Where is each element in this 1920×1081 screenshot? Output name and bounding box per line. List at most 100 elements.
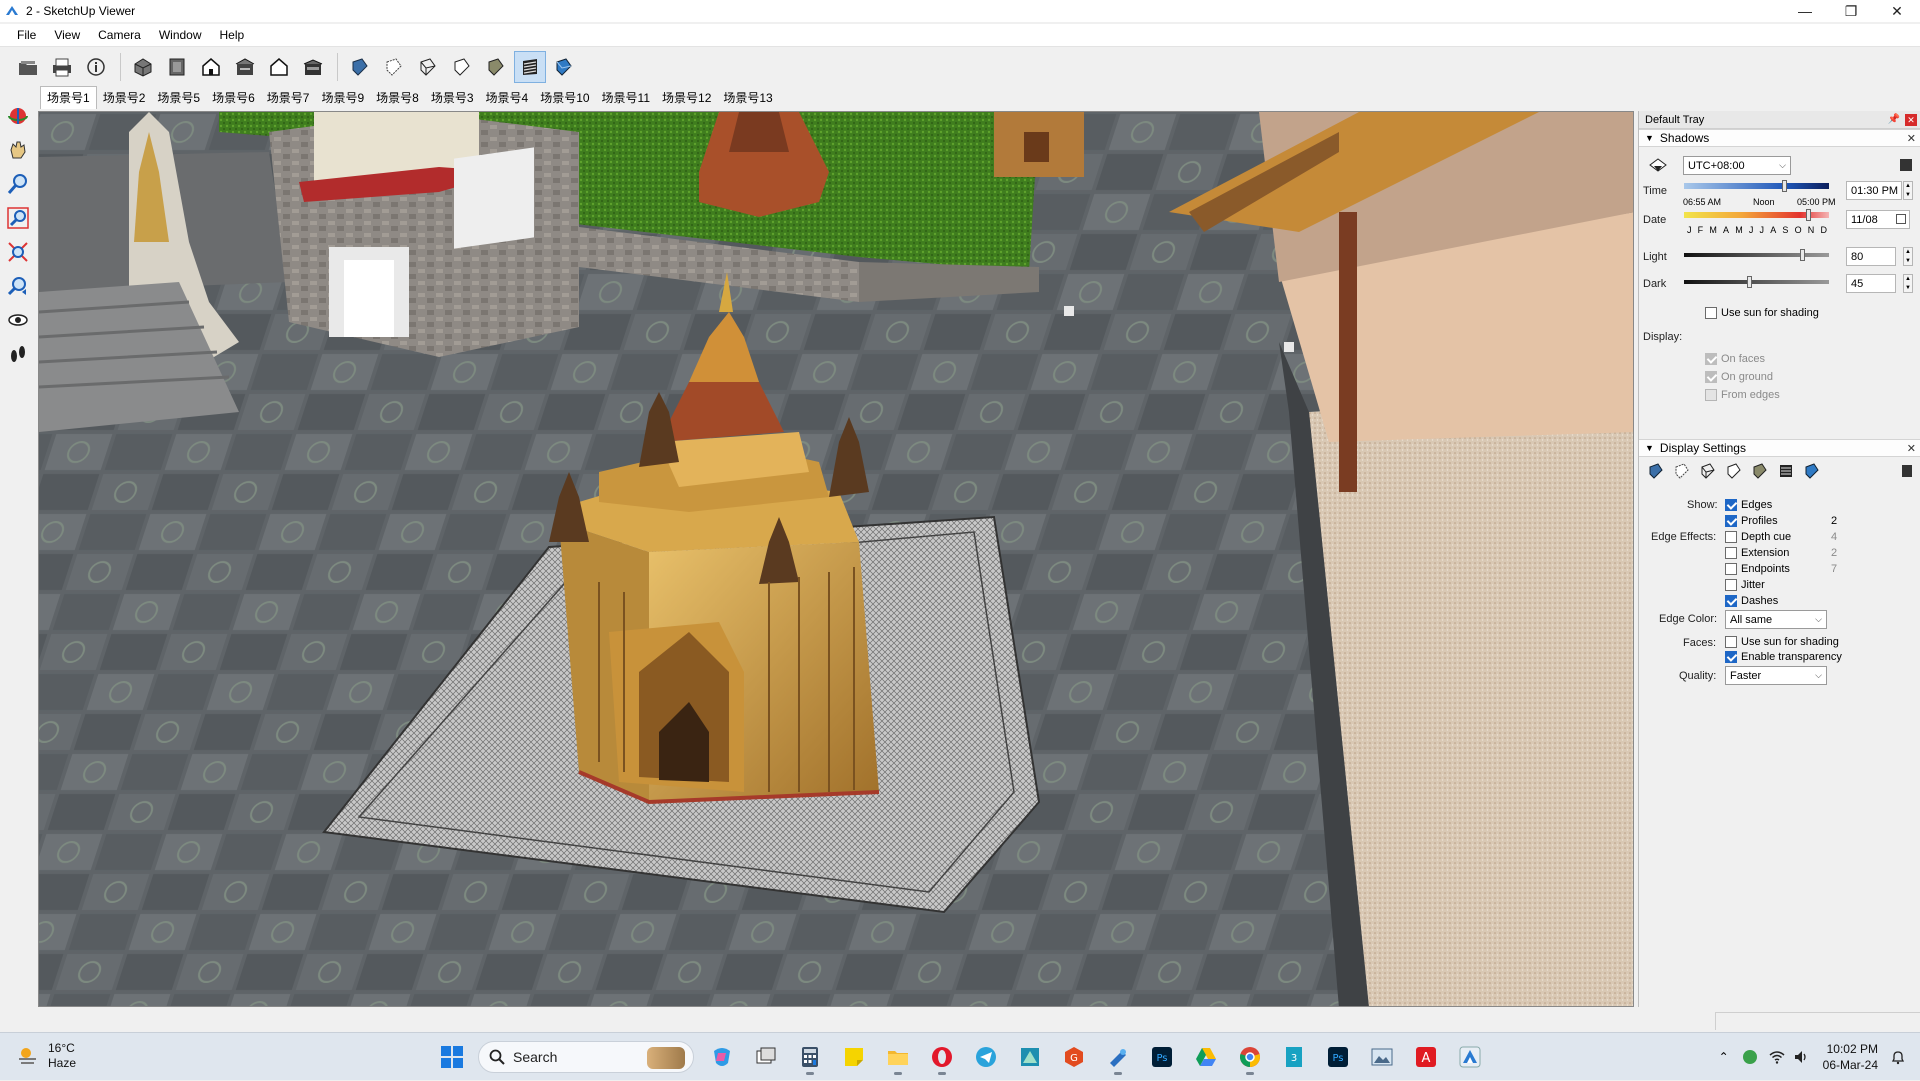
on-faces-checkbox[interactable] — [1705, 353, 1717, 365]
date-input[interactable]: 11/08 — [1846, 210, 1910, 229]
3d-viewport[interactable] — [38, 111, 1634, 1007]
tab-scene-4[interactable]: 场景号4 — [480, 89, 535, 109]
endpoints-value[interactable]: 7 — [1831, 563, 1837, 575]
tab-scene-13[interactable]: 场景号13 — [717, 89, 778, 109]
tab-scene-1[interactable]: 场景号1 — [40, 86, 97, 109]
dashes-checkbox[interactable] — [1725, 595, 1737, 607]
tab-scene-10[interactable]: 场景号10 — [534, 89, 595, 109]
shadow-toggle-icon[interactable] — [1648, 156, 1668, 174]
profiles-value[interactable]: 2 — [1831, 515, 1837, 527]
pan-icon[interactable] — [2, 134, 34, 166]
time-slider-thumb[interactable] — [1782, 180, 1787, 192]
jitter-checkbox[interactable] — [1725, 579, 1737, 591]
shaded-textures-style-icon[interactable] — [514, 51, 546, 83]
faces-use-sun-checkbox[interactable] — [1725, 636, 1737, 648]
depth-cue-value[interactable]: 4 — [1831, 531, 1837, 543]
tab-scene-5[interactable]: 场景号5 — [151, 89, 206, 109]
chevron-up-icon[interactable]: ⌃ — [1719, 1050, 1729, 1064]
chrome-icon[interactable] — [1232, 1039, 1268, 1075]
edges-checkbox[interactable] — [1725, 499, 1737, 511]
sticky-notes-icon[interactable] — [836, 1039, 872, 1075]
menu-camera[interactable]: Camera — [89, 28, 150, 42]
shaded-style-icon[interactable] — [480, 51, 512, 83]
back-edges-style-icon[interactable] — [378, 51, 410, 83]
wireframe-style-icon[interactable] — [412, 51, 444, 83]
top-view-icon[interactable] — [161, 51, 193, 83]
shaded-textures-style-icon[interactable] — [1773, 460, 1799, 482]
monochrome-style-icon[interactable] — [548, 51, 580, 83]
xray-style-icon[interactable] — [344, 51, 376, 83]
back-edges-style-icon[interactable] — [1669, 460, 1695, 482]
edge-color-select[interactable]: All same ⌵ — [1725, 610, 1827, 629]
copilot-icon[interactable] — [704, 1039, 740, 1075]
zoom-window-icon[interactable] — [2, 202, 34, 234]
date-slider-thumb[interactable] — [1806, 209, 1811, 221]
taskbar-search[interactable]: Search — [478, 1041, 694, 1073]
maximize-button[interactable]: ❐ — [1828, 0, 1874, 22]
tab-scene-2[interactable]: 场景号2 — [97, 89, 152, 109]
tab-scene-6[interactable]: 场景号6 — [206, 89, 261, 109]
file-explorer-icon[interactable] — [880, 1039, 916, 1075]
tab-scene-11[interactable]: 场景号11 — [596, 89, 656, 109]
back-view-icon[interactable] — [263, 51, 295, 83]
time-slider[interactable] — [1684, 179, 1829, 193]
hidden-line-style-icon[interactable] — [446, 51, 478, 83]
left-view-icon[interactable] — [297, 51, 329, 83]
network-app-icon[interactable] — [1742, 1050, 1757, 1064]
light-input[interactable]: 80 — [1846, 247, 1896, 266]
iso-view-icon[interactable] — [127, 51, 159, 83]
endpoints-checkbox[interactable] — [1725, 563, 1737, 575]
menu-view[interactable]: View — [45, 28, 89, 42]
use-sun-checkbox[interactable] — [1705, 307, 1717, 319]
enable-transparency-checkbox[interactable] — [1725, 651, 1737, 663]
tab-scene-7[interactable]: 场景号7 — [261, 89, 316, 109]
orbit-icon[interactable] — [2, 100, 34, 132]
dark-slider-thumb[interactable] — [1747, 276, 1752, 288]
sketchup-blue-icon[interactable]: 3 — [1276, 1039, 1312, 1075]
volume-icon[interactable] — [1793, 1049, 1809, 1065]
tab-scene-9[interactable]: 场景号9 — [315, 89, 370, 109]
light-slider[interactable] — [1684, 247, 1829, 263]
steam-icon[interactable] — [1100, 1039, 1136, 1075]
right-view-icon[interactable] — [229, 51, 261, 83]
look-around-icon[interactable] — [2, 304, 34, 336]
light-spinner[interactable]: ▲ ▼ — [1903, 247, 1913, 266]
print-icon[interactable] — [46, 51, 78, 83]
shaded-style-icon[interactable] — [1747, 460, 1773, 482]
weather-widget[interactable]: 16°C Haze — [16, 1041, 76, 1070]
image-viewer-icon[interactable] — [1364, 1039, 1400, 1075]
date-slider[interactable] — [1684, 208, 1829, 222]
quality-select[interactable]: Faster ⌵ — [1725, 666, 1827, 685]
time-spinner[interactable]: ▲ ▼ — [1903, 181, 1913, 200]
map-app-icon[interactable] — [1012, 1039, 1048, 1075]
on-ground-checkbox[interactable] — [1705, 371, 1717, 383]
photoshop-icon-2[interactable]: Ps — [1320, 1039, 1356, 1075]
dark-slider[interactable] — [1684, 274, 1829, 290]
tab-scene-3[interactable]: 场景号3 — [425, 89, 480, 109]
hidden-line-style-icon[interactable] — [1721, 460, 1747, 482]
clock[interactable]: 10:02 PM 06-Mar-24 — [1823, 1041, 1878, 1073]
zoom-extents-icon[interactable] — [2, 236, 34, 268]
panel-close-icon[interactable]: ✕ — [1907, 442, 1916, 455]
panel-close-icon[interactable]: ✕ — [1907, 132, 1916, 145]
monochrome-style-icon[interactable] — [1799, 460, 1825, 482]
extension-checkbox[interactable] — [1725, 547, 1737, 559]
wireframe-style-icon[interactable] — [1695, 460, 1721, 482]
shadows-panel-header[interactable]: ▼ Shadows ✕ — [1639, 129, 1920, 147]
start-button[interactable] — [434, 1039, 470, 1075]
calendar-icon[interactable] — [1896, 214, 1906, 224]
pin-icon[interactable]: 📌 — [1888, 114, 1900, 125]
timezone-select[interactable]: UTC+08:00 ⌵ — [1683, 156, 1791, 175]
xray-style-icon[interactable] — [1643, 460, 1669, 482]
model-info-icon[interactable] — [80, 51, 112, 83]
acrobat-icon[interactable]: A — [1408, 1039, 1444, 1075]
menu-help[interactable]: Help — [211, 28, 254, 42]
profiles-checkbox[interactable] — [1725, 515, 1737, 527]
menu-window[interactable]: Window — [150, 28, 211, 42]
wifi-icon[interactable] — [1769, 1049, 1785, 1065]
time-input[interactable]: 01:30 PM — [1846, 181, 1902, 200]
sketchup-viewer-taskbar-icon[interactable] — [1452, 1039, 1488, 1075]
telegram-icon[interactable] — [968, 1039, 1004, 1075]
google-drive-icon[interactable] — [1188, 1039, 1224, 1075]
calculator-icon[interactable] — [792, 1039, 828, 1075]
